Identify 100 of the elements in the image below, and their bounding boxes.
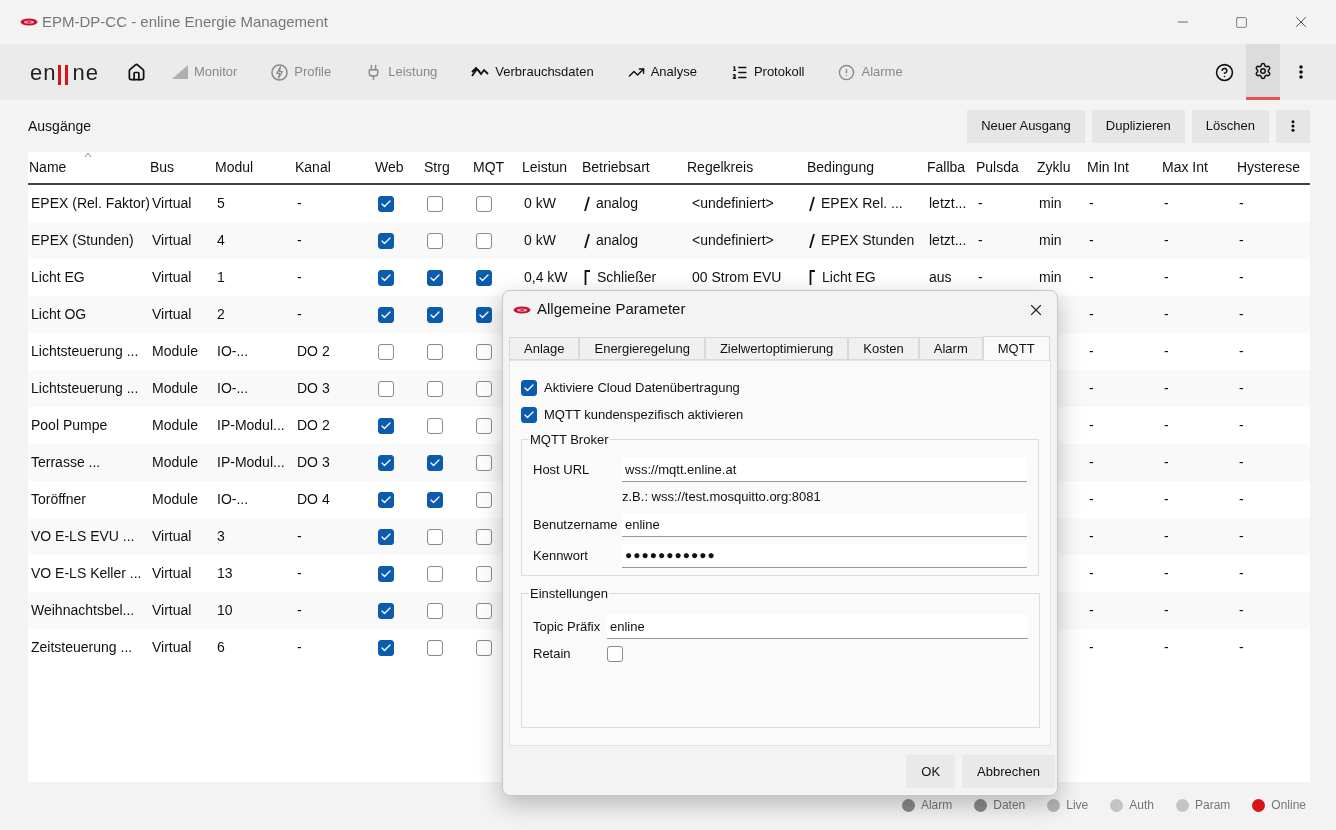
table-cell-text: - (1089, 379, 1094, 398)
table-cell-text: Pool Pumpe (31, 416, 108, 435)
table-cell-text: - (1089, 342, 1094, 361)
table-cell-text: Toröffner (31, 490, 86, 509)
table-cell-text: - (1239, 194, 1244, 213)
table-cell-text: EPEX Rel. ... (821, 194, 903, 213)
table-cell-text: VO E-LS Keller ... (31, 564, 142, 583)
table-cell-text: - (297, 305, 302, 324)
table-cell-text: IO-... (217, 379, 249, 398)
table-cell-text: Zeitsteuerung ... (31, 638, 133, 657)
table-cell-text: - (1089, 490, 1094, 509)
table-cell-text: - (297, 601, 302, 620)
table-cell-text: - (1164, 231, 1169, 250)
table-cell-text: 4 (217, 231, 225, 250)
status-label: Param (1194, 797, 1231, 814)
table-cell-text: - (1089, 194, 1094, 213)
table-cell-text: Lichtsteuerung ... (31, 379, 139, 398)
table-cell-text: - (1089, 231, 1094, 250)
page-title: Ausgänge (28, 116, 92, 136)
table-cell-text: 5 (217, 194, 225, 213)
status-label: Daten (993, 797, 1026, 814)
field-label: Host URL (533, 460, 591, 479)
table-cell-text: DO 3 (297, 453, 330, 472)
option-label: Aktiviere Cloud Datenübertragung (544, 378, 740, 397)
table-cell-text: min (1039, 231, 1062, 250)
table-cell-text: 0,4 kW (524, 268, 568, 287)
table-cell-text: - (1239, 305, 1244, 324)
group-title: Einstellungen (529, 585, 610, 603)
table-cell-text: - (1164, 527, 1169, 546)
table-cell-text: DO 2 (297, 342, 330, 361)
table-cell-text: Virtual (152, 231, 192, 250)
table-cell-text: - (1164, 490, 1169, 509)
table-cell-text: DO 2 (297, 416, 330, 435)
table-cell-text: - (1239, 601, 1244, 620)
table-cell-text: Terrasse ... (31, 453, 101, 472)
table-cell-text: - (978, 231, 983, 250)
field-label: Retain (533, 644, 572, 663)
table-cell-text: - (297, 268, 302, 287)
table-cell-text: DO 3 (297, 379, 330, 398)
table-cell-text: DO 4 (297, 490, 330, 509)
table-cell-text: - (297, 527, 302, 546)
table-cell-text: 1 (217, 268, 225, 287)
table-cell-text: - (1239, 527, 1244, 546)
table-cell-text: Virtual (152, 268, 192, 287)
status-label: Live (1066, 797, 1089, 814)
table-cell-text: min (1039, 268, 1062, 287)
table-cell-text: - (1164, 268, 1169, 287)
option-label: MQTT kundenspezifisch aktivieren (544, 405, 744, 424)
status-label: Online (1271, 797, 1306, 814)
table-cell-text: - (1089, 638, 1094, 657)
table-cell-text: - (1164, 601, 1169, 620)
table-cell-text: - (1239, 231, 1244, 250)
table-cell-text: 3 (217, 527, 225, 546)
table-cell-text: - (1239, 379, 1244, 398)
table-cell-text: aus (929, 268, 952, 287)
table-cell-text: Licht EG (822, 268, 876, 287)
table-cell-text: - (1239, 564, 1244, 583)
table-cell-text: Virtual (152, 194, 192, 213)
table-cell-text: - (1239, 638, 1244, 657)
table-cell-text: <undefiniert> (692, 231, 774, 250)
table-cell-text: - (1239, 268, 1244, 287)
table-cell-text: 2 (217, 305, 225, 324)
table-cell-text: - (1164, 564, 1169, 583)
table-cell-text: Weihnachtsbel... (31, 601, 135, 620)
table-cell-text: - (1089, 564, 1094, 583)
table-cell-text: Virtual (152, 638, 192, 657)
table-cell-text: - (297, 194, 302, 213)
table-cell-text: - (1164, 305, 1169, 324)
table-cell-text: - (1239, 490, 1244, 509)
table-cell-text: - (1164, 453, 1169, 472)
table-cell-text: 10 (217, 601, 233, 620)
status-label: Auth (1129, 797, 1154, 814)
table-cell-text: - (978, 194, 983, 213)
table-cell-text: - (297, 638, 302, 657)
table-cell-text: Module (152, 379, 198, 398)
status-label: Alarm (920, 797, 953, 814)
table-cell-text: Module (152, 342, 198, 361)
hint-text: z.B.: wss://test.mosquitto.org:8081 (622, 488, 821, 507)
table-cell-text: - (1089, 268, 1094, 287)
table-cell-text: analog (596, 231, 639, 250)
table-cell-text: analog (596, 194, 639, 213)
table-cell-text: IO-... (217, 342, 249, 361)
table-cell-text: <undefiniert> (692, 194, 774, 213)
table-cell-text: 13 (217, 564, 233, 583)
table-cell-text: Licht OG (31, 305, 87, 324)
table-cell-text: Module (152, 453, 198, 472)
dialog-title: Allgemeine Parameter (537, 299, 686, 320)
table-cell-text: - (1164, 194, 1169, 213)
table-cell-text: - (1239, 453, 1244, 472)
table-cell-text: EPEX Stunden (821, 231, 915, 250)
table-cell-text: 0 kW (524, 194, 556, 213)
table-cell-text: Licht EG (31, 268, 85, 287)
table-cell-text: - (297, 231, 302, 250)
table-cell-text: IP-Modul... (217, 453, 285, 472)
table-cell-text: Virtual (152, 527, 192, 546)
field-label: Kennwort (533, 546, 589, 565)
table-cell-text: 6 (217, 638, 225, 657)
table-cell-text: - (978, 268, 983, 287)
table-cell-text: EPEX (Rel. Faktor) (31, 194, 151, 213)
table-cell-text: IO-... (217, 490, 249, 509)
